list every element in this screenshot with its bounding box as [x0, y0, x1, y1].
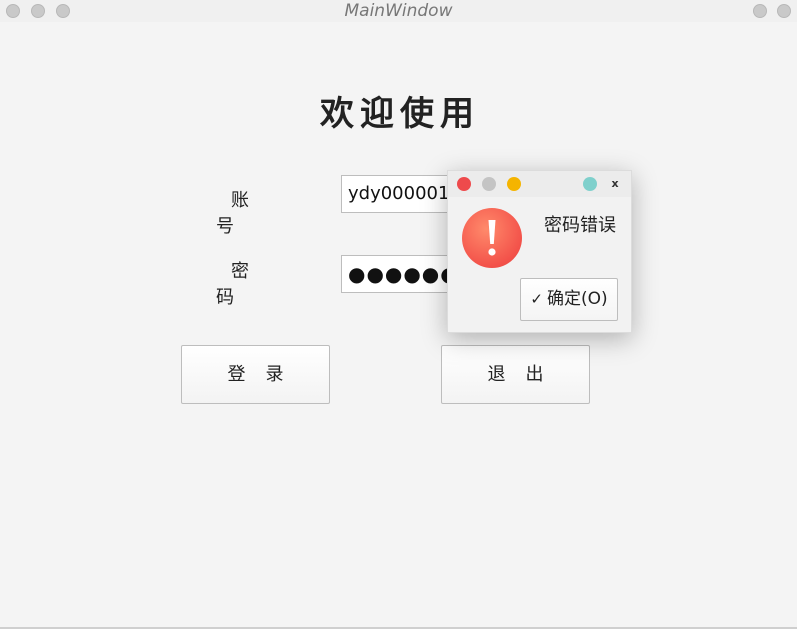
dialog-title-bar: x: [448, 171, 631, 197]
dialog-close-button[interactable]: [457, 177, 471, 191]
account-label: 账号: [216, 190, 279, 237]
window-option-button[interactable]: [753, 4, 767, 18]
dialog-minimize-button[interactable]: [482, 177, 496, 191]
window-close-right-button[interactable]: [777, 4, 791, 18]
login-button[interactable]: 登录: [181, 345, 330, 404]
check-icon: ✓: [530, 290, 543, 308]
dialog-option-button[interactable]: [583, 177, 597, 191]
ok-button[interactable]: ✓ 确定(O): [520, 278, 618, 321]
ok-button-label: 确定(O): [546, 289, 608, 309]
warning-icon: [462, 208, 522, 268]
welcome-heading: 欢迎使用: [320, 94, 480, 134]
dialog-maximize-button[interactable]: [507, 177, 521, 191]
window-title: MainWindow: [344, 1, 453, 21]
dialog-x-icon[interactable]: x: [608, 177, 622, 191]
dialog-message: 密码错误: [544, 215, 616, 236]
error-dialog: x 密码错误 ✓ 确定(O): [447, 170, 632, 333]
title-bar: MainWindow: [0, 0, 797, 22]
exit-button[interactable]: 退出: [441, 345, 590, 404]
password-label: 密码: [216, 261, 279, 308]
